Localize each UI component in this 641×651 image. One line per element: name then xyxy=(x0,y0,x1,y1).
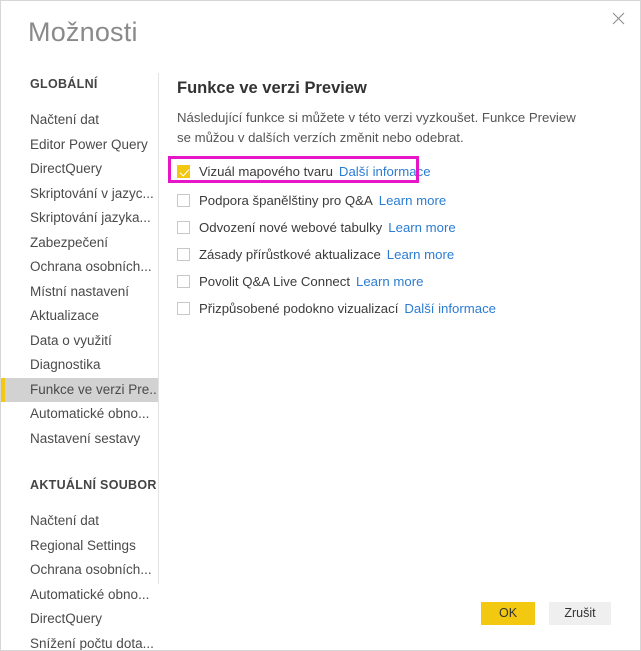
sidebar-group-heading-current-file: AKTUÁLNÍ SOUBOR xyxy=(30,478,157,492)
options-dialog: Možnosti GLOBÁLNÍ Načtení dat Editor Pow… xyxy=(0,0,641,651)
feature-label-web-table-inference: Odvození nové webové tabulky xyxy=(199,220,383,235)
preview-features-list: Vizuál mapového tvaru Další informace Po… xyxy=(168,156,617,319)
sidebar-item-global-0[interactable]: Načtení dat xyxy=(1,108,158,133)
main-panel: Funkce ve verzi Preview Následující funk… xyxy=(168,79,617,325)
feature-link-incremental-refresh[interactable]: Learn more xyxy=(387,247,454,262)
feature-link-spanish-qa[interactable]: Learn more xyxy=(379,193,446,208)
sidebar-item-global-2[interactable]: DirectQuery xyxy=(1,157,158,182)
feature-row-spanish-qa[interactable]: Podpora španělštiny pro Q&A Learn more xyxy=(177,190,617,211)
checkbox-qa-live-connect[interactable] xyxy=(177,275,190,288)
checkbox-shape-map[interactable] xyxy=(177,165,190,178)
close-icon xyxy=(612,12,625,25)
checkbox-incremental-refresh[interactable] xyxy=(177,248,190,261)
sidebar-item-global-13[interactable]: Nastavení sestavy xyxy=(1,427,158,452)
panel-description: Následující funkce si můžete v této verz… xyxy=(177,110,576,145)
feature-row-web-table-inference[interactable]: Odvození nové webové tabulky Learn more xyxy=(177,217,617,238)
feature-label-shape-map: Vizuál mapového tvaru xyxy=(199,164,333,179)
panel-title: Funkce ve verzi Preview xyxy=(177,79,367,97)
sidebar-item-preview-features[interactable]: Funkce ve verzi Pre... xyxy=(1,377,158,402)
sidebar-item-global-10[interactable]: Diagnostika xyxy=(1,353,158,378)
sidebar-nav: GLOBÁLNÍ Načtení dat Editor Power Query … xyxy=(1,73,158,650)
sidebar-item-global-8[interactable]: Aktualizace xyxy=(1,304,158,329)
sidebar-item-file-0[interactable]: Načtení dat xyxy=(1,509,158,534)
checkbox-spanish-qa[interactable] xyxy=(177,194,190,207)
feature-link-qa-live-connect[interactable]: Learn more xyxy=(356,274,423,289)
sidebar-item-global-6[interactable]: Ochrana osobních... xyxy=(1,255,158,280)
sidebar-item-file-3[interactable]: Automatické obno... xyxy=(1,583,158,608)
page-title: Možnosti xyxy=(28,17,138,47)
feature-row-incremental-refresh[interactable]: Zásady přírůstkové aktualizace Learn mor… xyxy=(177,244,617,265)
sidebar-item-file-2[interactable]: Ochrana osobních... xyxy=(1,558,158,583)
sidebar-item-global-3[interactable]: Skriptování v jazyc... xyxy=(1,182,158,207)
sidebar-item-global-1[interactable]: Editor Power Query xyxy=(1,133,158,158)
feature-label-qa-live-connect: Povolit Q&A Live Connect xyxy=(199,274,351,289)
sidebar-item-file-5[interactable]: Snížení počtu dota... xyxy=(1,632,158,651)
checkbox-custom-viz-pane[interactable] xyxy=(177,302,190,315)
sidebar-item-file-4[interactable]: DirectQuery xyxy=(1,607,158,632)
sidebar-item-global-12[interactable]: Automatické obno... xyxy=(1,402,158,427)
feature-link-custom-viz-pane[interactable]: Další informace xyxy=(404,301,496,316)
feature-row-custom-viz-pane[interactable]: Přizpůsobené podokno vizualizací Další i… xyxy=(177,298,617,319)
sidebar-item-global-7[interactable]: Místní nastavení xyxy=(1,280,158,305)
ok-button[interactable]: OK xyxy=(481,602,535,625)
feature-link-web-table-inference[interactable]: Learn more xyxy=(388,220,455,235)
feature-row-qa-live-connect[interactable]: Povolit Q&A Live Connect Learn more xyxy=(177,271,617,292)
sidebar-divider xyxy=(158,73,159,584)
dialog-titlebar: Možnosti xyxy=(1,1,640,61)
sidebar-item-global-9[interactable]: Data o využití xyxy=(1,329,158,354)
cancel-button[interactable]: Zrušit xyxy=(549,602,611,625)
feature-link-shape-map[interactable]: Další informace xyxy=(339,164,431,179)
feature-label-spanish-qa: Podpora španělštiny pro Q&A xyxy=(199,193,373,208)
sidebar-item-file-1[interactable]: Regional Settings xyxy=(1,534,158,559)
feature-label-custom-viz-pane: Přizpůsobené podokno vizualizací xyxy=(199,301,399,316)
sidebar-item-global-5[interactable]: Zabezpečení xyxy=(1,231,158,256)
checkbox-web-table-inference[interactable] xyxy=(177,221,190,234)
sidebar-item-global-4[interactable]: Skriptování jazyka... xyxy=(1,206,158,231)
sidebar-group-heading-global: GLOBÁLNÍ xyxy=(30,77,98,91)
feature-row-shape-map[interactable]: Vizuál mapového tvaru Další informace xyxy=(168,156,617,183)
feature-label-incremental-refresh: Zásady přírůstkové aktualizace xyxy=(199,247,381,262)
close-button[interactable] xyxy=(596,2,640,34)
